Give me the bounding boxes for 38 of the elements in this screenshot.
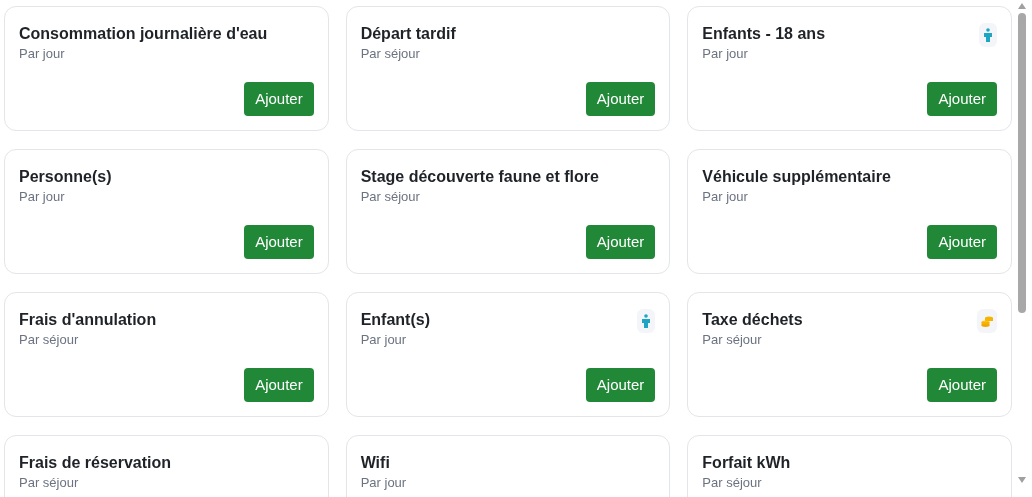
add-button[interactable]: Ajouter xyxy=(585,368,656,402)
card-title: Véhicule supplémentaire xyxy=(702,167,891,187)
card-subtitle: Par jour xyxy=(19,188,66,206)
card-title: Taxe déchets xyxy=(702,310,803,330)
scroll-down-icon[interactable] xyxy=(1018,477,1026,483)
card-title: Enfant(s) xyxy=(360,310,430,330)
card-title: Stage découverte faune et flore xyxy=(360,167,599,187)
card-title: Wifi xyxy=(360,453,391,473)
card-title: Forfait kWh xyxy=(702,453,791,473)
add-button[interactable]: Ajouter xyxy=(927,82,997,116)
card-subtitle: Par séjour xyxy=(360,45,421,63)
card-title: Personne(s) xyxy=(19,167,112,187)
card-subtitle: Par jour xyxy=(360,474,407,492)
card-subtitle: Par séjour xyxy=(19,331,80,349)
add-button[interactable]: Ajouter xyxy=(585,82,656,116)
card-title: Départ tardif xyxy=(360,24,456,44)
card-subtitle: Par séjour xyxy=(702,331,763,349)
card-subtitle: Par jour xyxy=(19,45,66,63)
add-button[interactable]: Ajouter xyxy=(585,225,656,259)
card-subtitle: Par séjour xyxy=(702,474,763,492)
person-icon xyxy=(637,309,656,333)
card-subtitle: Par jour xyxy=(360,331,408,349)
add-button[interactable]: Ajouter xyxy=(244,225,314,259)
add-button[interactable]: Ajouter xyxy=(244,82,314,116)
coins-icon xyxy=(977,309,997,333)
card-title: Frais d'annulation xyxy=(19,310,157,330)
card-subtitle: Par jour xyxy=(702,45,749,63)
scroll-up-icon[interactable] xyxy=(1018,3,1026,9)
add-button[interactable]: Ajouter xyxy=(927,368,997,402)
card-title: Frais de réservation xyxy=(19,453,172,473)
card-title: Enfants - 18 ans xyxy=(702,24,826,44)
add-button[interactable]: Ajouter xyxy=(244,368,314,402)
card-subtitle: Par séjour xyxy=(360,188,421,206)
person-icon xyxy=(979,23,997,47)
card-subtitle: Par séjour xyxy=(19,474,80,492)
card-title: Consommation journalière d'eau xyxy=(19,24,268,44)
card-subtitle: Par jour xyxy=(702,188,749,206)
add-button[interactable]: Ajouter xyxy=(927,225,997,259)
